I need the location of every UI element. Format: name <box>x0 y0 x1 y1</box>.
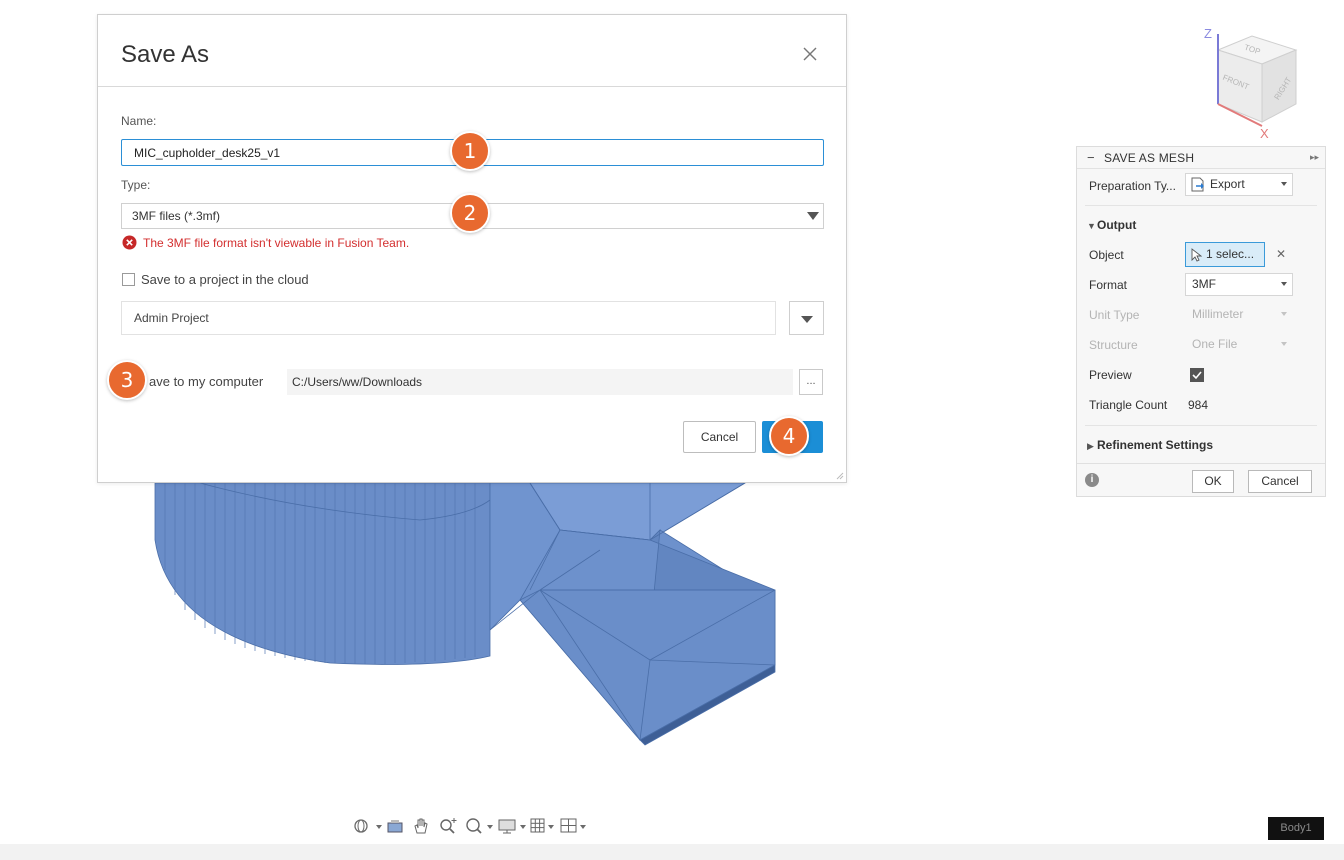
pan-hand-icon[interactable] <box>412 817 430 835</box>
body-label: Body1 <box>1268 817 1324 840</box>
triangle-count-label: Triangle Count <box>1089 398 1168 412</box>
dialog-title: Save As <box>121 41 210 68</box>
clear-selection-icon[interactable]: ✕ <box>1276 247 1286 261</box>
unit-type-select: Millimeter <box>1185 303 1293 326</box>
grid-settings-icon[interactable] <box>530 817 558 835</box>
save-as-dialog: Save As Name: Type: 3MF files (*.3mf) Th… <box>97 14 847 483</box>
cursor-arrow-icon <box>1191 248 1202 262</box>
preview-checkbox[interactable] <box>1190 368 1204 382</box>
output-section-toggle[interactable]: ▼Output <box>1087 218 1136 232</box>
export-icon <box>1191 177 1204 192</box>
zoom-icon[interactable] <box>438 817 458 835</box>
format-label: Format <box>1089 278 1128 292</box>
viewcube-axis-z: Z <box>1204 26 1212 41</box>
chevron-down-icon <box>1281 282 1287 286</box>
error-icon <box>122 235 137 250</box>
type-label: Type: <box>121 178 151 192</box>
step-marker-1: 1 <box>450 131 490 171</box>
preview-label: Preview <box>1089 368 1132 382</box>
ok-button[interactable]: OK <box>1192 470 1234 493</box>
structure-label: Structure <box>1089 338 1138 352</box>
project-select[interactable]: Admin Project <box>121 301 776 335</box>
caret-right-icon: ▶ <box>1087 441 1094 451</box>
refinement-section-label: Refinement Settings <box>1097 438 1214 452</box>
step-marker-4: 4 <box>769 416 809 456</box>
cloud-checkbox[interactable] <box>122 273 135 286</box>
format-select[interactable]: 3MF <box>1185 273 1293 296</box>
name-label: Name: <box>121 114 157 128</box>
panel-cancel-button[interactable]: Cancel <box>1248 470 1312 493</box>
save-as-mesh-panel: − SAVE AS MESH ▸▸ Preparation Ty... Expo… <box>1076 146 1326 497</box>
dialog-header: Save As <box>98 15 846 87</box>
project-dropdown-button[interactable] <box>789 301 824 335</box>
output-section-label: Output <box>1097 218 1137 232</box>
chevron-down-icon <box>1281 342 1287 346</box>
type-value: 3MF files (*.3mf) <box>132 209 221 223</box>
look-at-icon[interactable] <box>386 817 404 835</box>
checkmark-icon <box>1192 371 1202 380</box>
panel-footer: i OK Cancel <box>1077 463 1325 497</box>
preparation-type-value: Export <box>1210 177 1245 191</box>
cloud-checkbox-label: Save to a project in the cloud <box>141 272 309 287</box>
expand-arrows-icon[interactable]: ▸▸ <box>1310 152 1319 163</box>
collapse-icon[interactable]: − <box>1087 150 1095 165</box>
cancel-button[interactable]: Cancel <box>683 421 756 453</box>
format-value: 3MF <box>1192 277 1216 291</box>
browse-button[interactable]: ... <box>799 369 823 395</box>
info-icon[interactable]: i <box>1085 473 1099 487</box>
view-cube[interactable]: Z X TOP FRONT RIGHT <box>1196 22 1316 142</box>
structure-value: One File <box>1192 337 1238 351</box>
save-local-label: ave to my computer <box>149 374 264 389</box>
panel-title: SAVE AS MESH <box>1104 151 1195 165</box>
viewcube-axis-x: X <box>1260 126 1269 141</box>
object-selection-value: 1 selec... <box>1206 247 1255 261</box>
canvas-viewport[interactable]: Z X TOP FRONT RIGHT Save As Name: Type: … <box>0 0 1344 844</box>
navigation-toolbar <box>350 814 590 838</box>
divider <box>1085 425 1317 426</box>
structure-select: One File <box>1185 333 1293 356</box>
unit-type-label: Unit Type <box>1089 308 1140 322</box>
object-label: Object <box>1089 248 1124 262</box>
chevron-down-icon <box>801 316 813 323</box>
divider <box>1085 205 1317 206</box>
chevron-down-icon <box>1281 312 1287 316</box>
preparation-type-select[interactable]: Export <box>1185 173 1293 196</box>
fit-zoom-window-icon[interactable] <box>464 817 494 835</box>
display-settings-icon[interactable] <box>498 817 530 835</box>
refinement-section-toggle[interactable]: ▶ Refinement Settings <box>1087 438 1213 452</box>
triangle-count-value: 984 <box>1188 398 1209 412</box>
orbit-icon[interactable] <box>352 817 382 835</box>
object-selection-button[interactable]: 1 selec... <box>1185 242 1265 267</box>
error-message: The 3MF file format isn't viewable in Fu… <box>143 236 410 250</box>
close-icon[interactable] <box>801 45 819 63</box>
step-marker-2: 2 <box>450 193 490 233</box>
status-bar <box>0 844 1344 860</box>
chevron-down-icon <box>1281 182 1287 186</box>
viewports-icon[interactable] <box>560 817 590 835</box>
unit-type-value: Millimeter <box>1192 307 1244 321</box>
chevron-down-icon <box>807 212 819 220</box>
panel-header: − SAVE AS MESH ▸▸ <box>1077 147 1325 169</box>
resize-grip-icon[interactable] <box>836 472 844 480</box>
step-marker-3: 3 <box>107 360 147 400</box>
path-field[interactable]: C:/Users/ww/Downloads <box>287 369 793 395</box>
project-value: Admin Project <box>134 311 209 325</box>
caret-down-icon: ▼ <box>1087 221 1096 231</box>
preparation-type-label: Preparation Ty... <box>1089 179 1176 193</box>
